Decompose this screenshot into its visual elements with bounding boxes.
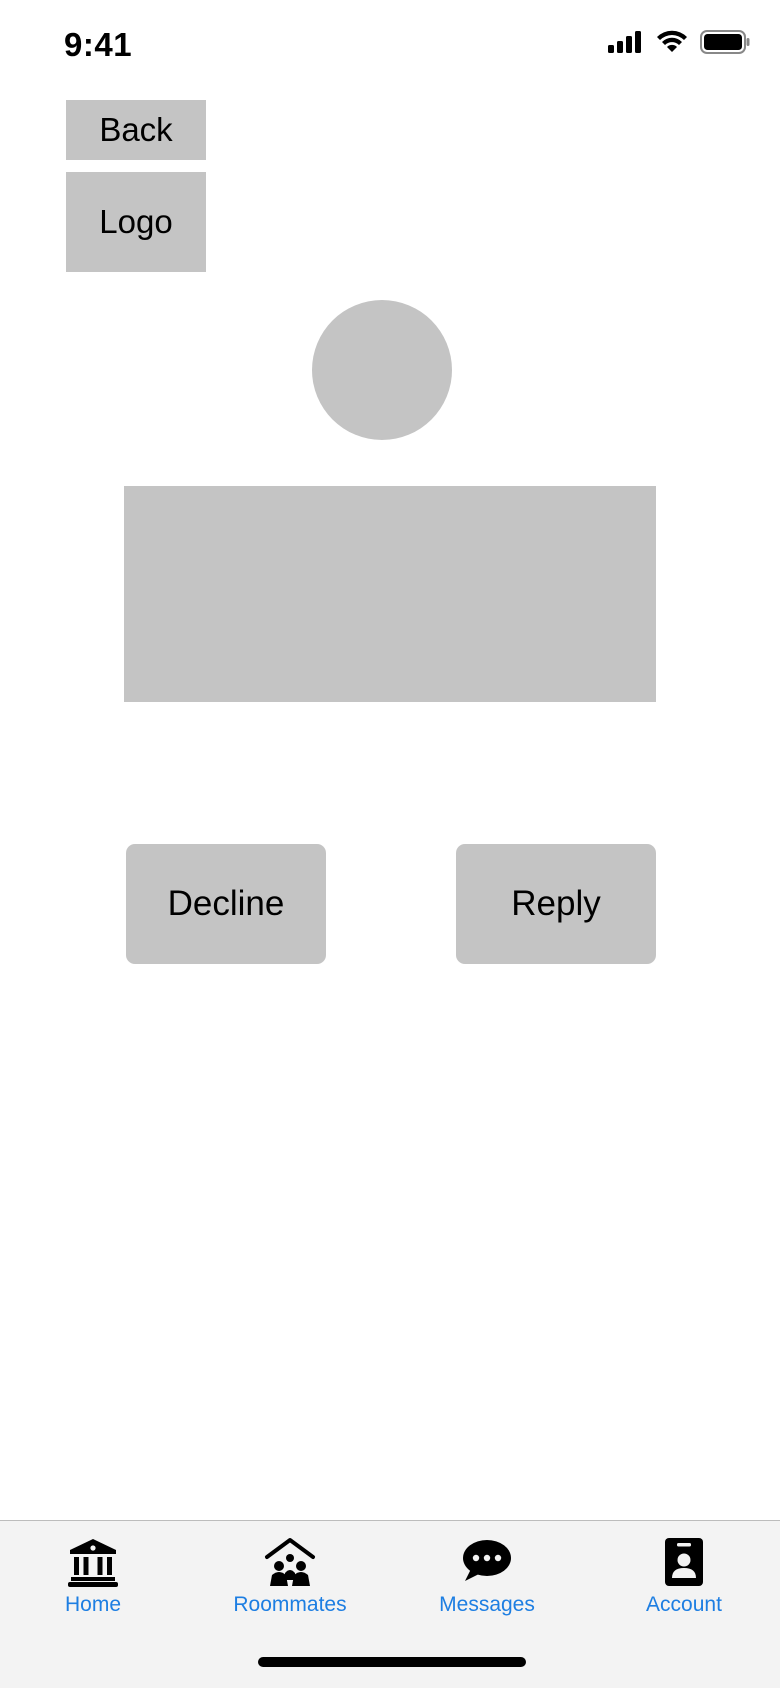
tab-roommates-label: Roommates [233, 1593, 347, 1616]
tab-account[interactable]: Account [604, 1537, 764, 1617]
tab-account-label: Account [646, 1593, 722, 1616]
chat-bubble-icon [463, 1540, 511, 1581]
house-people-icon [265, 1538, 315, 1586]
screen: 9:41 Back Logo Decline Reply Home Roomma… [0, 0, 780, 1688]
id-card-icon [665, 1538, 703, 1586]
status-time: 9:41 [64, 26, 133, 63]
battery-icon [700, 30, 750, 54]
cellular-signal-icon [608, 31, 641, 53]
tab-home-label: Home [64, 1593, 122, 1616]
tab-messages-label: Messages [439, 1593, 535, 1616]
wifi-icon [657, 30, 687, 52]
reply-button[interactable]: Reply [456, 844, 656, 964]
back-button[interactable]: Back [66, 100, 206, 160]
home-indicator [258, 1657, 526, 1667]
status-icons [608, 30, 750, 54]
avatar [312, 300, 452, 440]
bank-icon [68, 1539, 118, 1587]
message-content-placeholder [124, 486, 656, 702]
tab-roommates[interactable]: Roommates [210, 1537, 370, 1617]
tab-home[interactable]: Home [13, 1537, 173, 1617]
decline-button[interactable]: Decline [126, 844, 326, 964]
tab-messages[interactable]: Messages [407, 1537, 567, 1617]
logo: Logo [66, 172, 206, 272]
